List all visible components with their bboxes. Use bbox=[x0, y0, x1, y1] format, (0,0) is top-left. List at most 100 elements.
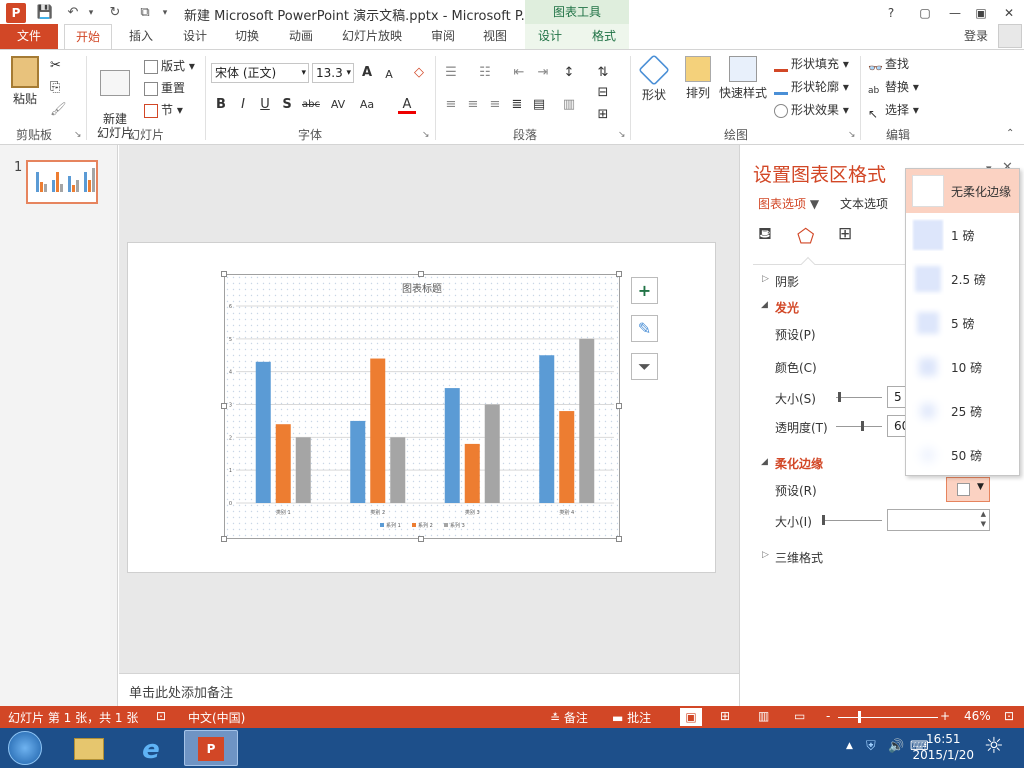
arrange-button[interactable]: 排列 bbox=[680, 56, 716, 101]
explorer-taskbar-button[interactable] bbox=[62, 730, 116, 766]
bar-2-3[interactable] bbox=[464, 443, 480, 503]
tab-review[interactable]: 审阅 bbox=[424, 24, 462, 49]
menu-item-2-5pt[interactable]: 2.5 磅 bbox=[906, 257, 1019, 301]
tab-view[interactable]: 视图 bbox=[476, 24, 514, 49]
bar-1-4[interactable] bbox=[539, 355, 555, 503]
fit-slide-icon[interactable]: ⊡ bbox=[1004, 709, 1014, 723]
columns-icon[interactable]: ▥ bbox=[560, 96, 578, 114]
chart-elements-button[interactable]: + bbox=[631, 277, 658, 304]
tab-insert[interactable]: 插入 bbox=[122, 24, 160, 49]
size-properties-icon[interactable]: ⊞ bbox=[838, 224, 862, 248]
fill-line-icon[interactable]: ⛾ bbox=[758, 224, 782, 248]
tab-slideshow[interactable]: 幻灯片放映 bbox=[336, 24, 408, 49]
tab-chart-options[interactable]: 图表选项 ▼ bbox=[758, 195, 819, 212]
ribbon-display-options-button[interactable]: ▢ bbox=[912, 4, 938, 22]
resize-handle[interactable] bbox=[221, 403, 227, 409]
soft-edges-size-input[interactable]: ▲ ▼ bbox=[887, 509, 990, 531]
bar-3-4[interactable] bbox=[579, 338, 595, 503]
undo-dropdown-icon[interactable]: ▾ bbox=[82, 4, 100, 22]
text-shadow-button[interactable]: S bbox=[278, 96, 296, 114]
reset-button[interactable]: 重置 bbox=[144, 78, 185, 98]
notes-toggle-button[interactable]: ≛ 备注 bbox=[550, 709, 588, 726]
menu-item-10pt[interactable]: 10 磅 bbox=[906, 345, 1019, 389]
bold-button[interactable]: B bbox=[212, 96, 230, 114]
resize-handle[interactable] bbox=[616, 403, 622, 409]
chart-plot[interactable]: 图表标题 0123456 类别 1 类别 2 类别 3 类别 4 系列 1 系列 2 系列… bbox=[226, 276, 618, 537]
glow-transparency-slider-thumb[interactable] bbox=[861, 421, 864, 431]
powerpoint-taskbar-button[interactable]: P bbox=[184, 730, 238, 766]
glow-collapse-icon[interactable]: ◢ bbox=[761, 300, 768, 310]
decrease-indent-icon[interactable]: ⇤ bbox=[510, 64, 528, 82]
slide-thumbnail[interactable] bbox=[26, 160, 98, 204]
find-button[interactable]: 👓 查找 bbox=[868, 54, 909, 75]
distributed-icon[interactable]: ▤ bbox=[530, 96, 548, 114]
redo-icon[interactable]: ↻ bbox=[106, 4, 124, 22]
smartart-icon[interactable]: ⊞ bbox=[594, 106, 612, 124]
format-painter-icon[interactable]: 🖌 bbox=[50, 102, 67, 117]
start-button-icon[interactable] bbox=[8, 731, 42, 765]
menu-item-no-soft-edges[interactable]: 无柔化边缘 bbox=[906, 169, 1019, 213]
shape-outline-button[interactable]: 形状轮廓 ▾ bbox=[774, 77, 849, 97]
copy-icon[interactable]: ⎘ bbox=[50, 80, 60, 95]
gear-icon[interactable]: ☼ bbox=[984, 734, 1004, 759]
shapes-button[interactable]: 形状 bbox=[636, 54, 672, 103]
numbering-icon[interactable]: ☷ bbox=[476, 64, 494, 82]
chart-filter-icon[interactable]: ⏷ bbox=[631, 353, 658, 380]
customize-toolbar-icon[interactable]: ▾ bbox=[156, 4, 174, 22]
layout-button[interactable]: 版式 ▾ bbox=[144, 56, 195, 76]
font-color-button[interactable]: A bbox=[398, 96, 416, 114]
glow-size-input[interactable]: 5 bbox=[887, 386, 907, 408]
save-icon[interactable]: 💾 bbox=[36, 4, 54, 22]
bar-1-3[interactable] bbox=[444, 388, 460, 503]
soft-edges-preset-dropdown[interactable]: ▼ bbox=[946, 477, 990, 502]
chart-legend[interactable]: 系列 1 系列 2 系列 3 bbox=[380, 522, 465, 529]
resize-handle[interactable] bbox=[221, 536, 227, 542]
paragraph-launcher-icon[interactable]: ↘ bbox=[618, 130, 626, 140]
effects-pentagon-icon[interactable]: ⬠ bbox=[797, 224, 821, 248]
bar-1-1[interactable] bbox=[255, 361, 271, 503]
show-hidden-icons[interactable]: ▲ bbox=[846, 741, 853, 751]
bullets-icon[interactable]: ☰ bbox=[442, 64, 460, 82]
resize-handle[interactable] bbox=[616, 536, 622, 542]
collapse-ribbon-icon[interactable]: ⌃ bbox=[1006, 128, 1014, 139]
slide-sorter-icon[interactable]: ⊞ bbox=[720, 709, 730, 723]
glow-transparency-input[interactable]: 60 bbox=[887, 415, 907, 437]
resize-handle[interactable] bbox=[418, 271, 424, 277]
notes-pane[interactable]: 单击此处添加备注 bbox=[119, 673, 739, 706]
comments-toggle-button[interactable]: ▬ 批注 bbox=[612, 709, 651, 726]
glow-size-slider-thumb[interactable] bbox=[838, 392, 841, 402]
font-size-combo[interactable]: 13.3 ▾ bbox=[312, 63, 354, 83]
language-status[interactable]: 中文(中国) bbox=[188, 709, 245, 726]
resize-handle[interactable] bbox=[418, 536, 424, 542]
chart-title[interactable]: 图表标题 bbox=[402, 282, 442, 295]
strikethrough-button[interactable]: abc bbox=[300, 96, 322, 114]
increase-indent-icon[interactable]: ⇥ bbox=[534, 64, 552, 82]
cut-icon[interactable]: ✂ bbox=[50, 58, 61, 73]
glow-transparency-slider[interactable] bbox=[836, 426, 882, 427]
change-case-button[interactable]: Aa bbox=[356, 96, 378, 114]
align-text-icon[interactable]: ⊟ bbox=[594, 84, 612, 102]
soft-edges-size-slider-thumb[interactable] bbox=[822, 515, 825, 525]
tab-home[interactable]: 开始 bbox=[64, 24, 112, 49]
align-center-icon[interactable]: ≡ bbox=[464, 96, 482, 114]
section-soft-edges[interactable]: 柔化边缘 bbox=[775, 455, 823, 472]
bar-3-2[interactable] bbox=[390, 437, 406, 503]
menu-item-1pt[interactable]: 1 磅 bbox=[906, 213, 1019, 257]
bar-3-3[interactable] bbox=[484, 404, 500, 504]
spellcheck-icon[interactable]: ⊡ bbox=[156, 709, 166, 723]
resize-handle[interactable] bbox=[221, 271, 227, 277]
normal-view-icon[interactable]: ▣ bbox=[680, 708, 702, 726]
sign-in-link[interactable]: 登录 bbox=[964, 27, 988, 44]
align-left-icon[interactable]: ≡ bbox=[442, 96, 460, 114]
soft-edges-collapse-icon[interactable]: ◢ bbox=[761, 457, 768, 467]
tab-transitions[interactable]: 切换 bbox=[228, 24, 266, 49]
drawing-launcher-icon[interactable]: ↘ bbox=[848, 130, 856, 140]
zoom-slider-thumb[interactable] bbox=[858, 711, 861, 723]
character-spacing-button[interactable]: AV bbox=[326, 96, 350, 114]
reading-view-icon[interactable]: ▥ bbox=[758, 709, 769, 723]
tab-chart-design[interactable]: 设计 bbox=[530, 24, 570, 49]
minimize-button[interactable]: — bbox=[942, 4, 968, 22]
font-launcher-icon[interactable]: ↘ bbox=[422, 130, 430, 140]
zoom-out-button[interactable]: - bbox=[826, 709, 830, 723]
system-clock[interactable]: 16:51 2015/1/20 bbox=[912, 731, 974, 763]
